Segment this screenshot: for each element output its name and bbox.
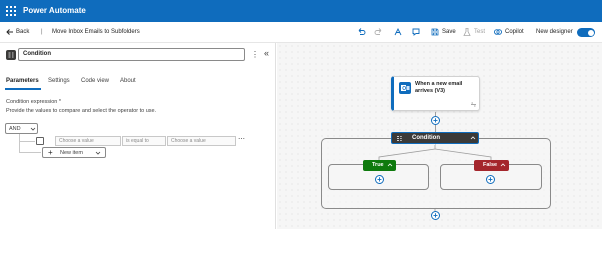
action-name-input[interactable]: Condition: [18, 48, 245, 61]
back-arrow-icon[interactable]: [5, 27, 15, 37]
new-designer-toggle[interactable]: [577, 28, 595, 37]
copilot-button[interactable]: Copilot: [505, 26, 524, 38]
tab-about[interactable]: About: [120, 77, 136, 86]
chevron-up-icon: [500, 162, 506, 168]
back-button[interactable]: Back: [16, 26, 29, 38]
true-branch-header[interactable]: True: [363, 160, 396, 171]
false-label: False: [483, 162, 498, 168]
chevron-up-icon: [387, 162, 393, 168]
undo-icon[interactable]: [356, 27, 366, 37]
condition-icon: [6, 50, 16, 60]
save-icon[interactable]: [430, 27, 440, 37]
separator: |: [41, 29, 43, 35]
operator-select[interactable]: is equal to: [122, 136, 166, 146]
false-branch-header[interactable]: False: [474, 160, 509, 171]
copilot-icon[interactable]: [493, 27, 503, 37]
action-details-panel: Condition ⋮ « Parameters Settings Code v…: [0, 43, 276, 229]
chevron-down-icon: [30, 126, 36, 132]
app-header: Power Automate: [0, 0, 602, 22]
right-value-input[interactable]: Choose a value: [167, 136, 236, 146]
redo-icon[interactable]: [374, 27, 384, 37]
branch-connectors: [378, 145, 492, 217]
instruction-text: Provide the values to compare and select…: [6, 108, 157, 114]
condition-expression-label: Condition expression *: [6, 99, 62, 105]
group-operator-select[interactable]: AND: [5, 123, 38, 134]
add-icon: +: [48, 148, 53, 157]
command-bar: Back | Move Inbox Emails to Subfolders S…: [0, 22, 602, 43]
more-options-icon[interactable]: ⋮: [251, 49, 259, 60]
feedback-icon[interactable]: [411, 27, 421, 37]
tab-parameters[interactable]: Parameters: [6, 77, 39, 86]
add-false-action-button[interactable]: +: [486, 175, 495, 184]
save-button[interactable]: Save: [442, 26, 456, 38]
tree-connector: [19, 134, 20, 153]
add-step-button[interactable]: +: [431, 211, 440, 220]
add-true-action-button[interactable]: +: [375, 175, 384, 184]
new-designer-label: New designer: [536, 29, 573, 35]
collapse-panel-icon[interactable]: «: [264, 48, 269, 59]
test-flask-icon[interactable]: [462, 27, 472, 37]
new-item-button[interactable]: + New item: [42, 147, 106, 158]
chevron-down-icon: [95, 150, 101, 156]
active-tab-indicator: [5, 88, 41, 90]
flow-canvas[interactable]: O When a new email arrives (V3) + Condit…: [277, 43, 602, 229]
flow-checker-icon[interactable]: [393, 27, 403, 37]
tab-settings[interactable]: Settings: [48, 77, 70, 86]
tree-connector: [19, 152, 41, 153]
app-launcher-icon[interactable]: [5, 5, 17, 17]
new-item-label: New item: [60, 150, 83, 156]
flow-name: Move Inbox Emails to Subfolders: [52, 29, 140, 35]
true-label: True: [372, 162, 384, 168]
tree-connector: [19, 141, 35, 142]
app-title: Power Automate: [23, 6, 86, 15]
tab-code-view[interactable]: Code view: [81, 77, 109, 86]
left-value-input[interactable]: Choose a value: [55, 136, 121, 146]
test-button[interactable]: Test: [474, 26, 485, 38]
row-checkbox[interactable]: [36, 137, 44, 145]
row-more-icon[interactable]: ⋯: [238, 135, 245, 145]
group-operator-value: AND: [9, 126, 21, 132]
